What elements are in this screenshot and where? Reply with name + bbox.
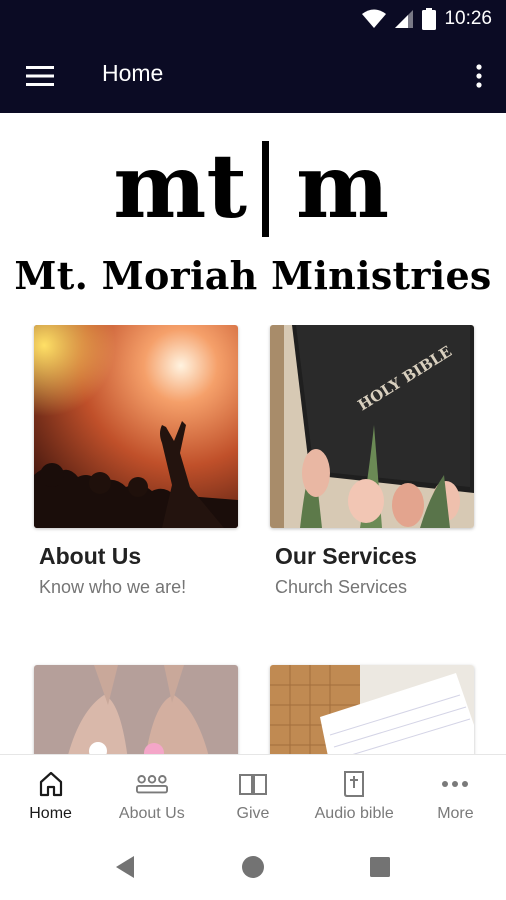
open-hands-flowers-image xyxy=(34,665,238,755)
nav-label: Audio bible xyxy=(314,805,394,822)
overflow-menu-button[interactable] xyxy=(466,56,492,96)
card-subtitle: Know who we are! xyxy=(39,577,187,597)
nav-item-audio-bible[interactable]: Audio bible xyxy=(304,755,405,834)
system-back-button[interactable] xyxy=(110,852,140,882)
nav-label: Give xyxy=(236,805,270,822)
home-icon xyxy=(39,771,62,797)
book-open-icon xyxy=(239,774,267,795)
system-home-button[interactable] xyxy=(238,852,268,882)
menu-button[interactable] xyxy=(18,56,62,96)
card-item[interactable] xyxy=(270,665,474,755)
screen: 10:26 Home mt m Mt. Moriah Ministries Ab… xyxy=(0,0,506,900)
wifi-icon xyxy=(362,9,387,28)
nav-item-more[interactable]: More xyxy=(405,755,506,834)
nav-item-give[interactable]: Give xyxy=(202,755,303,834)
recents-icon xyxy=(370,857,390,877)
card-our-services[interactable]: HOLY BIBLE Our Services Church Services xyxy=(270,325,474,597)
nav-label: About Us xyxy=(118,805,185,822)
nav-item-home[interactable]: Home xyxy=(0,755,101,834)
worship-crowd-image xyxy=(34,325,238,528)
logo-mark-left: mt xyxy=(113,137,247,237)
nav-label: Home xyxy=(29,805,72,822)
logo-name: Mt. Moriah Ministries xyxy=(14,253,492,298)
status-time: 10:26 xyxy=(444,8,492,29)
card-subtitle: Church Services xyxy=(275,577,408,597)
logo-mark: mt m xyxy=(113,137,389,237)
card-item[interactable] xyxy=(34,665,238,755)
bible-cross-icon xyxy=(344,771,365,797)
notebook-desk-image xyxy=(270,665,474,755)
system-recents-button[interactable] xyxy=(365,852,395,882)
logo-divider xyxy=(262,141,269,237)
status-bar: 10:26 xyxy=(0,0,506,38)
card-title: About Us xyxy=(39,543,142,569)
holy-bible-tulips-image: HOLY BIBLE xyxy=(270,325,474,528)
home-circle-icon xyxy=(242,856,264,878)
status-icons: 10:26 xyxy=(362,6,492,32)
ministry-logo: mt m Mt. Moriah Ministries xyxy=(0,113,506,298)
page-title: Home xyxy=(102,60,164,86)
card-about-us[interactable]: About Us Know who we are! xyxy=(34,325,238,597)
nav-label: More xyxy=(437,805,474,822)
signal-icon xyxy=(395,10,414,28)
card-title: Our Services xyxy=(275,543,417,569)
nav-item-about-us[interactable]: About Us xyxy=(101,755,202,834)
bottom-navigation: Home About Us Give Audio bible More xyxy=(0,754,506,834)
more-horiz-icon xyxy=(442,781,469,787)
app-bar: Home xyxy=(0,38,506,113)
more-vert-icon xyxy=(476,64,482,88)
content-grid: About Us Know who we are! HOLY BIBLE Our… xyxy=(0,325,506,755)
logo-mark-right: m xyxy=(296,137,389,237)
group-icon xyxy=(135,775,168,794)
system-navigation-bar xyxy=(0,834,506,900)
battery-icon xyxy=(422,8,437,30)
back-icon xyxy=(116,856,134,878)
menu-icon xyxy=(26,66,54,86)
